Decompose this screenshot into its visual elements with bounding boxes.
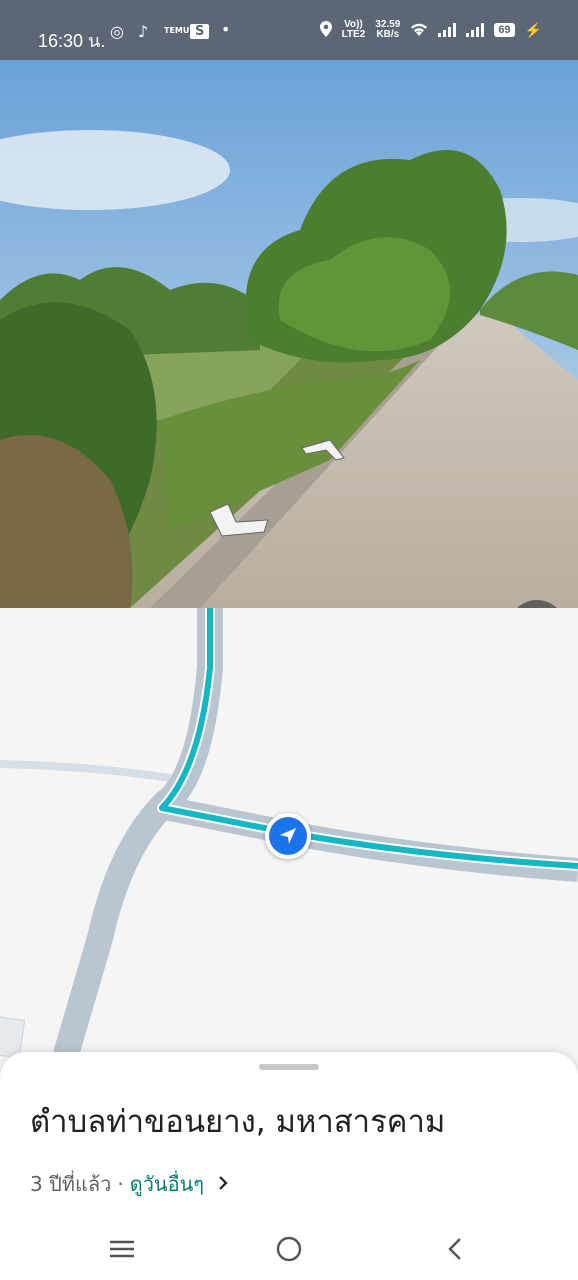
system-nav-bar [0, 1222, 578, 1280]
sheet-drag-handle[interactable] [259, 1064, 319, 1070]
dot-icon: • [221, 20, 231, 39]
status-right: Vo)) LTE2 32.59 KB/s 69 ⚡ [319, 19, 542, 40]
signal-icon-1 [438, 23, 457, 37]
imagery-age: 3 ปีที่แล้ว [30, 1172, 112, 1196]
tiktok-icon: ♪ [138, 22, 149, 41]
back-button[interactable] [435, 1236, 475, 1266]
hotspot-icon: ◎ [110, 22, 124, 41]
signal-icon-2 [466, 23, 485, 37]
network-speed: 32.59 KB/s [375, 19, 401, 40]
location-marker[interactable] [265, 813, 311, 859]
volte-label: Vo)) LTE2 [341, 19, 366, 40]
location-icon [319, 20, 332, 40]
home-button[interactable] [269, 1236, 309, 1266]
wifi-icon [410, 22, 428, 39]
map-view[interactable] [0, 608, 578, 1068]
separator-dot: · [117, 1172, 124, 1196]
recents-button[interactable] [102, 1236, 142, 1266]
menu-lines-icon [109, 1239, 135, 1263]
place-title: ตำบลท่าขอนยาง, มหาสารคาม [30, 1104, 446, 1140]
street-view-image[interactable] [0, 60, 578, 608]
circle-home-icon [276, 1236, 302, 1266]
status-bar: 16:30 น. ◎ ♪ TEMU S • Vo)) LTE2 32.59 KB… [0, 0, 578, 60]
street-view-scene [0, 60, 578, 608]
temu-icon: TEMU [164, 26, 190, 35]
battery-indicator: 69 [494, 23, 515, 37]
charging-icon: ⚡ [524, 21, 542, 38]
see-other-dates-link[interactable]: ดูวันอื่นๆ [130, 1168, 204, 1200]
s-app-icon: S [190, 24, 210, 39]
imagery-date-row: 3 ปีที่แล้ว · ดูวันอื่นๆ [30, 1168, 228, 1200]
chevron-right-icon[interactable] [218, 1172, 228, 1196]
back-chevron-icon [447, 1237, 463, 1265]
navigation-arrow-icon [269, 817, 307, 855]
status-time: 16:30 น. [38, 31, 106, 51]
